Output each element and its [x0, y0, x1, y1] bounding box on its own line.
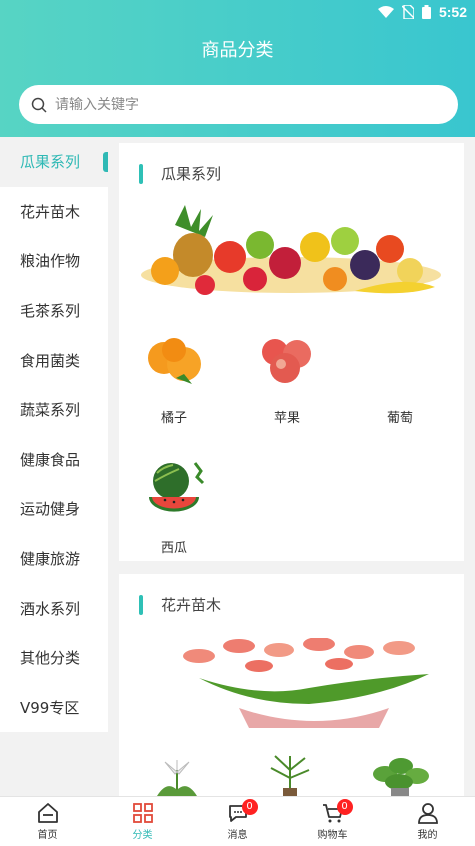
- watermelon-image: [149, 462, 205, 512]
- grape-image: [345, 323, 455, 393]
- tab-label: 我的: [417, 830, 438, 841]
- search-box[interactable]: [19, 85, 458, 124]
- product-item-grape[interactable]: 葡萄: [345, 323, 455, 426]
- status-bar: 5:52: [0, 0, 475, 24]
- section-title-bar: [139, 163, 143, 184]
- section-card-flowers: 花卉苗木: [119, 574, 464, 796]
- orange-image: [148, 338, 201, 384]
- sidebar-item-label: 毛茶系列: [20, 302, 81, 321]
- tab-messages[interactable]: 0 消息: [190, 797, 285, 846]
- wifi-icon: [377, 5, 394, 18]
- bottom-tab-bar: 首页 分类 0 消息 0 购物车 我的: [0, 796, 475, 846]
- section-title-text: 花卉苗木: [161, 596, 222, 614]
- sidebar-item-label: V99专区: [20, 698, 80, 717]
- sidebar-item-label: 粮油作物: [20, 252, 81, 271]
- sidebar-item-fitness[interactable]: 运动健身: [0, 484, 108, 534]
- sidebar-item-drinks[interactable]: 酒水系列: [0, 583, 108, 633]
- sidebar-item-other[interactable]: 其他分类: [0, 633, 108, 683]
- product-name: 橘子: [160, 411, 187, 426]
- pothos-image[interactable]: [365, 754, 435, 796]
- profile-icon: [417, 803, 438, 824]
- section-title: 瓜果系列: [139, 163, 221, 184]
- section-title-bar: [139, 594, 143, 615]
- sidebar-item-mushrooms[interactable]: 食用菌类: [0, 335, 108, 385]
- sidebar-item-label: 运动健身: [20, 500, 81, 519]
- lily-image[interactable]: [147, 760, 207, 796]
- section-card-fruits: 瓜果系列 橘子 苹果 葡萄 西瓜: [119, 143, 464, 561]
- section-title-text: 瓜果系列: [161, 165, 222, 183]
- tab-profile[interactable]: 我的: [380, 797, 475, 846]
- sidebar-item-label: 花卉苗木: [20, 202, 81, 221]
- sidebar-item-label: 健康食品: [20, 450, 81, 469]
- header: 5:52 商品分类: [0, 0, 475, 137]
- search-icon: [31, 97, 47, 113]
- tab-cart[interactable]: 0 购物车: [285, 797, 380, 846]
- message-badge: 0: [241, 799, 258, 815]
- sidebar-item-grain-oil[interactable]: 粮油作物: [0, 236, 108, 286]
- product-item-apple[interactable]: 苹果: [232, 323, 342, 426]
- sidebar-item-label: 酒水系列: [20, 599, 81, 618]
- tab-category[interactable]: 分类: [95, 797, 190, 846]
- sidebar-item-v99[interactable]: V99专区: [0, 683, 108, 733]
- tab-label: 消息: [227, 830, 248, 841]
- category-sidebar: 瓜果系列 花卉苗木 粮油作物 毛茶系列 食用菌类 蔬菜系列 健康食品 运动健身 …: [0, 137, 108, 732]
- tab-label: 分类: [132, 830, 153, 841]
- apple-image: [262, 339, 311, 383]
- sidebar-item-tea[interactable]: 毛茶系列: [0, 286, 108, 336]
- fruit-banner-image[interactable]: [135, 205, 447, 301]
- battery-icon: [421, 5, 431, 19]
- sidebar-item-label: 瓜果系列: [20, 153, 81, 172]
- orchid-image[interactable]: [265, 750, 315, 796]
- tab-home[interactable]: 首页: [0, 797, 95, 846]
- sidebar-item-health-food[interactable]: 健康食品: [0, 435, 108, 485]
- section-title: 花卉苗木: [139, 594, 221, 615]
- search-input[interactable]: [55, 96, 435, 113]
- product-name: 葡萄: [386, 411, 413, 426]
- sidebar-item-vegetables[interactable]: 蔬菜系列: [0, 385, 108, 435]
- sidebar-item-flowers[interactable]: 花卉苗木: [0, 187, 108, 237]
- no-sim-icon: [401, 5, 414, 19]
- sidebar-item-label: 食用菌类: [20, 351, 81, 370]
- sidebar-item-label: 其他分类: [20, 649, 81, 668]
- category-icon: [132, 803, 153, 823]
- sidebar-item-fruits[interactable]: 瓜果系列: [0, 137, 108, 187]
- cart-badge: 0: [336, 799, 353, 815]
- home-icon: [37, 803, 58, 823]
- product-item-orange[interactable]: 橘子: [119, 323, 229, 426]
- product-name: 苹果: [273, 411, 300, 426]
- status-time: 5:52: [438, 4, 467, 20]
- tab-label: 购物车: [317, 830, 348, 841]
- tab-label: 首页: [37, 830, 58, 841]
- page-title: 商品分类: [201, 40, 274, 61]
- product-item-watermelon[interactable]: 西瓜: [119, 453, 229, 556]
- sidebar-item-health-travel[interactable]: 健康旅游: [0, 534, 108, 584]
- sidebar-item-label: 蔬菜系列: [20, 401, 81, 420]
- flower-banner-image[interactable]: [179, 638, 449, 732]
- product-name: 西瓜: [160, 541, 187, 556]
- sidebar-item-label: 健康旅游: [20, 550, 81, 569]
